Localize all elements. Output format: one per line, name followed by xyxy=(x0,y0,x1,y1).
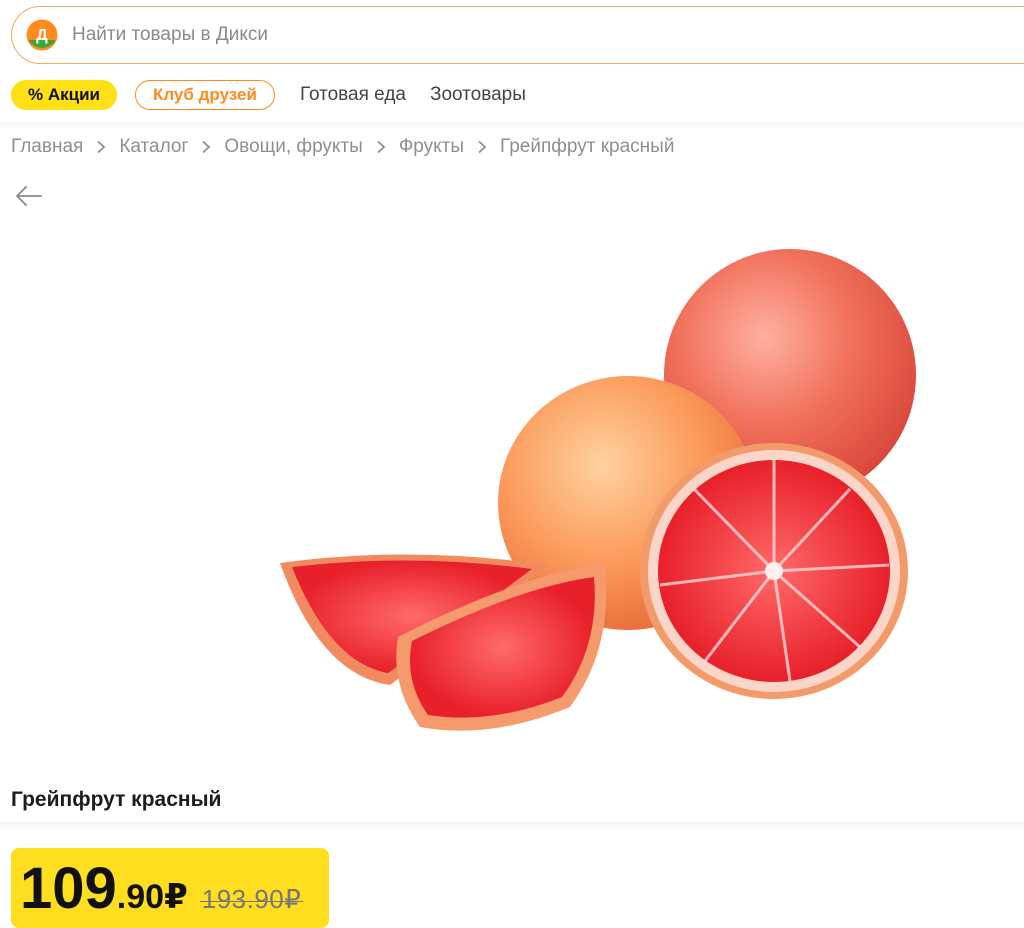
friends-club-chip[interactable]: Клуб друзей xyxy=(134,80,275,110)
nav-link-pet-goods[interactable]: Зоотовары xyxy=(430,84,526,106)
breadcrumb-item-vegetables-fruits[interactable]: Овощи, фрукты xyxy=(224,136,362,158)
search-bar[interactable]: Д xyxy=(11,6,1024,64)
header-divider xyxy=(0,122,1024,130)
price-badge: 109 . 90 ₽ 193.90₽ xyxy=(11,848,329,928)
dixy-logo-icon[interactable]: Д xyxy=(26,19,58,51)
breadcrumb-item-home[interactable]: Главная xyxy=(11,136,83,158)
logo-letter: Д xyxy=(36,27,48,44)
price-dot: . xyxy=(116,878,127,916)
product-image xyxy=(280,249,916,731)
breadcrumb-item-fruits[interactable]: Фрукты xyxy=(399,136,464,158)
chevron-right-icon xyxy=(188,136,224,158)
section-divider xyxy=(0,822,1024,830)
price-whole: 109 xyxy=(20,856,117,921)
search-input[interactable] xyxy=(70,23,674,47)
promo-chip[interactable]: % Акции xyxy=(11,80,117,110)
product-title: Грейпфрут красный xyxy=(11,788,222,811)
breadcrumb: Главная Каталог Овощи, фрукты Фрукты Гре… xyxy=(11,136,674,158)
price-currency: ₽ xyxy=(164,878,188,916)
grapefruit-half xyxy=(640,443,908,699)
price-cents: 90 xyxy=(126,878,165,916)
back-arrow-icon[interactable] xyxy=(14,183,44,209)
breadcrumb-item-current: Грейпфрут красный xyxy=(500,136,675,157)
chevron-right-icon xyxy=(363,136,399,158)
chevron-right-icon xyxy=(464,136,500,158)
old-price: 193.90₽ xyxy=(199,884,303,914)
category-nav: % Акции Клуб друзей Готовая еда Зоотовар… xyxy=(11,80,526,110)
breadcrumb-item-catalog[interactable]: Каталог xyxy=(119,136,188,158)
nav-link-ready-food[interactable]: Готовая еда xyxy=(300,84,406,106)
chevron-right-icon xyxy=(83,136,119,158)
